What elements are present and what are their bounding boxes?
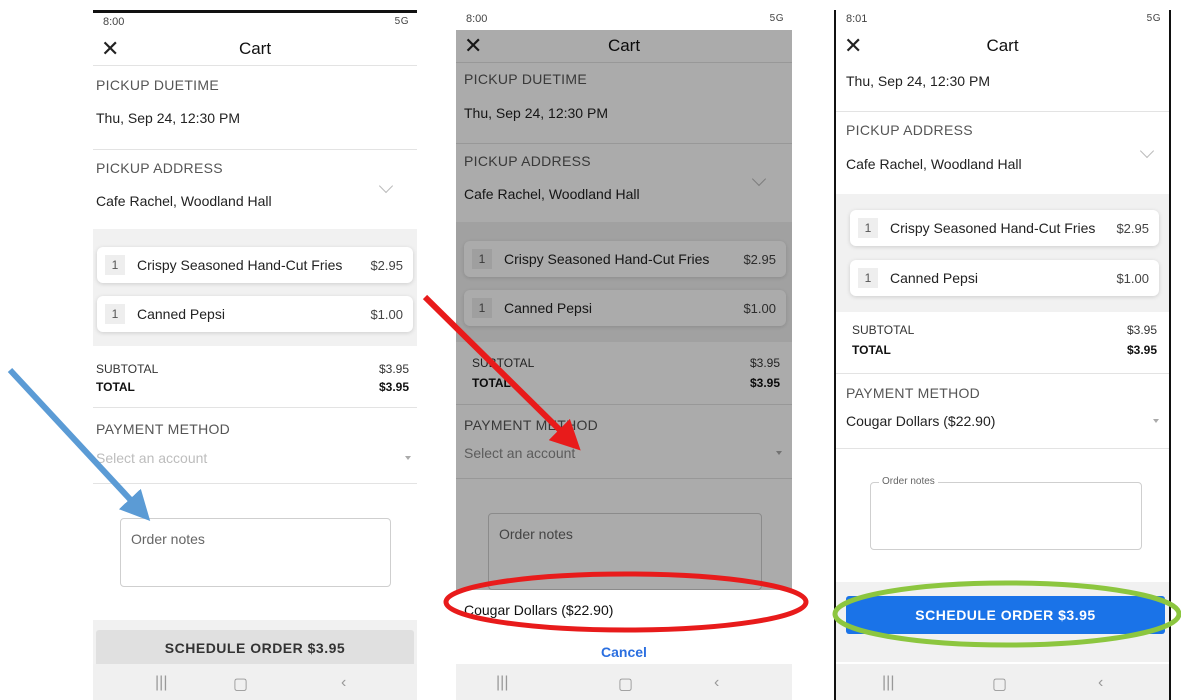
subtotal-value: $3.95 xyxy=(1126,323,1157,337)
status-network: 5G xyxy=(1146,13,1161,24)
status-bar: 8:00 5G xyxy=(93,13,417,33)
item-quantity: 1 xyxy=(858,268,878,288)
order-notes-input[interactable]: Order notes xyxy=(870,476,1142,550)
android-nav-bar: ||| ▢ ‹ xyxy=(836,664,1169,700)
status-time: 8:00 xyxy=(103,16,125,28)
status-bar: 8:00 5G xyxy=(456,10,792,30)
status-time: 8:00 xyxy=(466,13,488,25)
item-price: $2.95 xyxy=(370,258,403,273)
item-price: $2.95 xyxy=(1116,221,1149,236)
divider xyxy=(93,483,417,484)
back-icon[interactable]: ‹ xyxy=(1098,674,1103,692)
item-name: Crispy Seasoned Hand-Cut Fries xyxy=(890,220,1096,236)
divider xyxy=(93,149,417,150)
subtotal-value: $3.95 xyxy=(378,362,409,376)
recent-apps-icon[interactable]: ||| xyxy=(155,674,167,692)
screen-2-cart-payment-sheet: 8:00 5G ✕ Cart PICKUP DUETIME Thu, Sep 2… xyxy=(456,10,792,700)
item-quantity: 1 xyxy=(858,218,878,238)
cart-header: ✕ Cart xyxy=(836,30,1169,62)
cart-item[interactable]: 1 Canned Pepsi $1.00 xyxy=(97,296,413,332)
order-notes-legend: Order notes xyxy=(879,476,938,487)
item-quantity: 1 xyxy=(105,255,125,275)
chevron-down-icon[interactable] xyxy=(1139,143,1155,159)
order-notes-input[interactable]: Order notes xyxy=(120,518,391,587)
cart-item[interactable]: 1 Crispy Seasoned Hand-Cut Fries $2.95 xyxy=(850,210,1159,246)
cart-item[interactable]: 1 Crispy Seasoned Hand-Cut Fries $2.95 xyxy=(97,247,413,283)
back-icon[interactable]: ‹ xyxy=(341,674,346,692)
android-nav-bar: ||| ▢ ‹ xyxy=(93,664,417,700)
screen-1-cart: 8:00 5G ✕ Cart PICKUP DUETIME Thu, Sep 2… xyxy=(93,10,417,700)
pickup-duetime-value[interactable]: Thu, Sep 24, 12:30 PM xyxy=(96,110,240,126)
subtotal-label: SUBTOTAL xyxy=(852,323,915,337)
chevron-down-icon[interactable] xyxy=(378,178,394,194)
divider xyxy=(93,65,417,66)
pickup-duetime-value[interactable]: Thu, Sep 24, 12:30 PM xyxy=(846,73,990,89)
item-name: Canned Pepsi xyxy=(890,270,978,286)
item-price: $1.00 xyxy=(370,307,403,322)
total-value: $3.95 xyxy=(378,380,409,394)
home-icon[interactable]: ▢ xyxy=(233,674,248,694)
page-title: Cart xyxy=(238,39,272,58)
subtotal-label: SUBTOTAL xyxy=(96,362,159,376)
status-network: 5G xyxy=(394,16,409,27)
payment-method-label: PAYMENT METHOD xyxy=(846,385,981,401)
status-bar: 8:01 5G xyxy=(836,10,1169,30)
android-nav-bar: ||| ▢ ‹ xyxy=(456,664,792,700)
cart-header: ✕ Cart xyxy=(93,33,417,65)
item-quantity: 1 xyxy=(105,304,125,324)
payment-select[interactable]: Cougar Dollars ($22.90) xyxy=(846,413,995,429)
home-icon[interactable]: ▢ xyxy=(618,674,633,694)
cancel-button[interactable]: Cancel xyxy=(456,644,792,660)
payment-method-label: PAYMENT METHOD xyxy=(96,421,231,437)
item-name: Crispy Seasoned Hand-Cut Fries xyxy=(137,257,343,273)
divider xyxy=(836,448,1169,449)
payment-select[interactable]: Select an account xyxy=(96,450,207,466)
status-network: 5G xyxy=(769,13,784,24)
payment-option-cougar-dollars[interactable]: Cougar Dollars ($22.90) xyxy=(464,602,613,618)
divider xyxy=(836,373,1169,374)
schedule-order-button[interactable]: SCHEDULE ORDER $3.95 xyxy=(96,630,414,667)
pickup-address-label: PICKUP ADDRESS xyxy=(846,122,973,138)
total-label: TOTAL xyxy=(96,380,135,394)
screen-3-cart-payment-selected: 8:01 5G ✕ Cart Thu, Sep 24, 12:30 PM PIC… xyxy=(834,10,1171,700)
recent-apps-icon[interactable]: ||| xyxy=(496,674,508,692)
order-notes-placeholder: Order notes xyxy=(131,531,205,547)
pickup-address-value[interactable]: Cafe Rachel, Woodland Hall xyxy=(96,193,272,209)
item-price: $1.00 xyxy=(1116,271,1149,286)
dropdown-arrow-icon[interactable] xyxy=(1153,419,1159,423)
total-value: $3.95 xyxy=(1126,343,1157,357)
dropdown-arrow-icon[interactable] xyxy=(405,456,411,460)
schedule-order-button[interactable]: SCHEDULE ORDER $3.95 xyxy=(846,596,1165,634)
status-time: 8:01 xyxy=(846,13,868,25)
recent-apps-icon[interactable]: ||| xyxy=(882,674,894,692)
divider xyxy=(836,111,1169,112)
modal-backdrop[interactable] xyxy=(456,30,792,590)
pickup-address-value[interactable]: Cafe Rachel, Woodland Hall xyxy=(846,156,1022,172)
pickup-address-label: PICKUP ADDRESS xyxy=(96,160,223,176)
item-name: Canned Pepsi xyxy=(137,306,225,322)
page-title: Cart xyxy=(986,36,1019,55)
divider xyxy=(93,407,417,408)
pickup-duetime-label: PICKUP DUETIME xyxy=(96,77,219,93)
cart-item[interactable]: 1 Canned Pepsi $1.00 xyxy=(850,260,1159,296)
back-icon[interactable]: ‹ xyxy=(714,674,719,692)
total-label: TOTAL xyxy=(852,343,891,357)
home-icon[interactable]: ▢ xyxy=(992,674,1007,694)
